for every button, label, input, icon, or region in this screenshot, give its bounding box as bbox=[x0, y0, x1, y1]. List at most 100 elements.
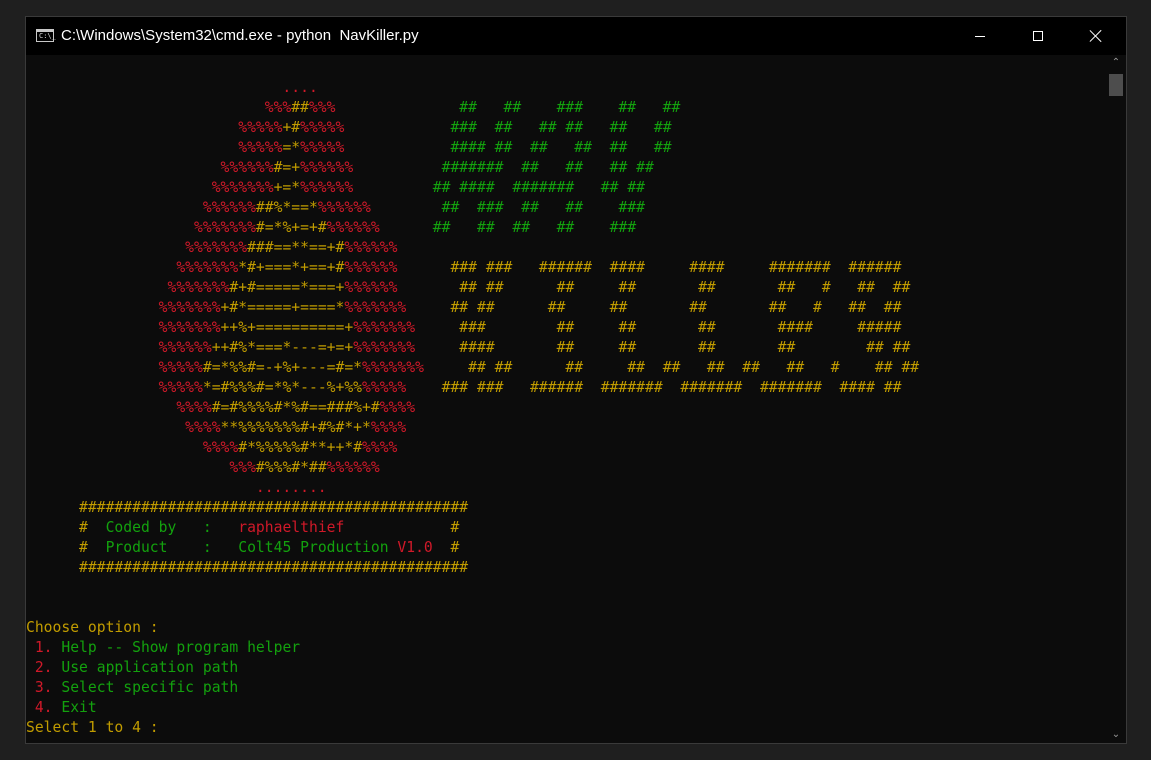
console-segment: # bbox=[432, 539, 460, 556]
console-segment: ###==**==+# bbox=[247, 239, 345, 256]
console-segment: 2. bbox=[26, 659, 53, 676]
console-line: %%%#%%%#*##%%%%%% bbox=[26, 458, 919, 478]
console-segment: ++%+==========+ bbox=[220, 319, 354, 336]
console-segment: raphaelthief bbox=[238, 519, 345, 536]
cmd-icon[interactable]: C:\_ bbox=[36, 29, 56, 42]
console-segment: #=*%%#=-+%+---=#=* bbox=[202, 359, 363, 376]
console-segment: %%%%%% bbox=[300, 159, 354, 176]
console-segment: Help -- Show program helper bbox=[52, 639, 301, 656]
console-segment: ## ## ### ## ## bbox=[459, 99, 681, 116]
console-segment: *=#%%%#=*%*---%+%% bbox=[202, 379, 363, 396]
console-segment: %%% bbox=[308, 99, 336, 116]
console-segment: 1. bbox=[26, 639, 53, 656]
console-segment: ## #### ####### ## ## bbox=[432, 179, 646, 196]
console-line: 4. Exit bbox=[26, 698, 919, 718]
console-segment: %%%%%% bbox=[344, 239, 398, 256]
console-segment bbox=[336, 99, 460, 116]
chevron-down-icon[interactable]: ⌄ bbox=[1106, 727, 1126, 743]
maximize-button[interactable] bbox=[1009, 17, 1067, 55]
console-segment: %%%%%%% bbox=[26, 179, 274, 196]
console-line: %%%%%+#%%%%% ### ## ## ## ## ## bbox=[26, 118, 919, 138]
console-line: %%%%**%%%%%%%#+#%#*+*%%%% bbox=[26, 418, 919, 438]
console-segment: **%%%%%%%#+#%#*+* bbox=[220, 419, 371, 436]
console-segment: %%% bbox=[26, 99, 292, 116]
console-line: %%%%%%%#=*%+=+#%%%%%% ## ## ## ## ### bbox=[26, 218, 919, 238]
console-segment: Select 1 to 4 : bbox=[26, 719, 159, 736]
console-segment bbox=[344, 119, 450, 136]
console-segment: =* bbox=[282, 139, 301, 156]
console-line: %%%%%*=#%%%#=*%*---%+%%%%%%% ### ### ###… bbox=[26, 378, 919, 398]
console-line: %%%##%%% ## ## ### ## ## bbox=[26, 98, 919, 118]
console-segment: %%%% bbox=[379, 399, 416, 416]
console-segment: %%% bbox=[26, 459, 256, 476]
console-segment: # bbox=[26, 519, 106, 536]
console-segment bbox=[380, 219, 433, 236]
console-line: %%%%%%%++%+==========+%%%%%%% ### ## ## … bbox=[26, 318, 919, 338]
window-title: C:\Windows\System32\cmd.exe - python Nav… bbox=[61, 27, 419, 44]
console-line: %%%%%=*%%%%% #### ## ## ## ## ## bbox=[26, 138, 919, 158]
console-segment: ........ bbox=[26, 479, 327, 496]
console-segment: %%%%% bbox=[26, 359, 203, 376]
console-line: %%%%%%%#+#=====*===+%%%%%% ## ## ## ## #… bbox=[26, 278, 919, 298]
cmd-icon-text: C:\_ bbox=[39, 32, 56, 40]
console-segment: V1.0 bbox=[388, 539, 433, 556]
console-segment: ## ## ## ## ## ## ## ## # ## ## bbox=[459, 359, 920, 376]
console-segment: %%%%%%% bbox=[353, 319, 416, 336]
console-line: Select 1 to 4 : bbox=[26, 718, 919, 738]
console-segment: Colt45 Production bbox=[238, 539, 389, 556]
console-segment: # bbox=[344, 519, 460, 536]
console-segment: Exit bbox=[52, 699, 97, 716]
console-segment: %%%%%%% bbox=[344, 299, 407, 316]
minimize-button[interactable] bbox=[951, 17, 1009, 55]
console-segment: ### ## ## ## ## ## bbox=[450, 119, 672, 136]
console-segment: Product : bbox=[105, 539, 239, 556]
console-output[interactable]: .... %%%##%%% ## ## ### ## ## %%%%%+#%%%… bbox=[26, 55, 1106, 743]
close-button[interactable] bbox=[1067, 17, 1125, 55]
console-segment bbox=[371, 199, 442, 216]
console-segment: Use application path bbox=[52, 659, 239, 676]
console-segment: %%%%%%% bbox=[26, 219, 256, 236]
console-line: %%%%%%##%*==*%%%%%% ## ### ## ## ### bbox=[26, 198, 919, 218]
console-segment: %%%% bbox=[370, 419, 407, 436]
console-segment: ### ## ## ## #### ##### bbox=[450, 319, 902, 336]
console-line: .... bbox=[26, 78, 919, 98]
console-segment: #+#=====*===+ bbox=[229, 279, 345, 296]
console-line: ........ bbox=[26, 478, 919, 498]
console-segment: %%%%%%% bbox=[362, 359, 424, 376]
console-segment: %%%%% bbox=[300, 119, 345, 136]
console-line: %%%%%%#=+%%%%%% ####### ## ## ## ## bbox=[26, 158, 919, 178]
console-text: .... %%%##%%% ## ## ### ## ## %%%%%+#%%%… bbox=[26, 78, 919, 738]
console-segment: %%%%%%% bbox=[26, 239, 248, 256]
console-segment bbox=[397, 259, 450, 276]
console-segment: %%%%%% bbox=[26, 199, 256, 216]
console-line: # Product : Colt45 Production V1.0 # bbox=[26, 538, 919, 558]
console-segment: %%%% bbox=[26, 439, 239, 456]
console-line: 3. Select specific path bbox=[26, 678, 919, 698]
console-segment: #%%%#*## bbox=[255, 459, 327, 476]
chevron-up-icon[interactable]: ⌃ bbox=[1106, 55, 1126, 71]
console-segment: %%%%% bbox=[26, 379, 203, 396]
console-segment: ### ### ###### ####### ####### ####### #… bbox=[441, 379, 902, 396]
console-segment: %%%%%% bbox=[26, 159, 274, 176]
console-segment: ++#%*===*---=+=+ bbox=[211, 339, 354, 356]
scroll-thumb[interactable] bbox=[1109, 74, 1123, 96]
minimize-icon bbox=[975, 35, 985, 37]
console-segment: %%%%%% bbox=[26, 339, 212, 356]
console-window: C:\_ C:\Windows\System32\cmd.exe - pytho… bbox=[25, 16, 1127, 744]
console-segment bbox=[406, 379, 441, 396]
console-segment: ## ## ## ## ## ## # ## ## bbox=[450, 279, 911, 296]
console-segment: ### ### ###### #### #### ####### ###### bbox=[450, 259, 902, 276]
console-segment: %%%%% bbox=[362, 379, 407, 396]
console-segment: ########################################… bbox=[26, 499, 469, 516]
console-segment: Choose option : bbox=[26, 619, 159, 636]
console-segment: %%%% bbox=[26, 419, 221, 436]
title-bar[interactable]: C:\_ C:\Windows\System32\cmd.exe - pytho… bbox=[26, 17, 1126, 55]
console-line: ########################################… bbox=[26, 498, 919, 518]
console-segment: # bbox=[26, 539, 106, 556]
console-segment: ## bbox=[291, 99, 309, 116]
vertical-scrollbar[interactable]: ⌃ ⌄ bbox=[1106, 55, 1126, 743]
console-segment: %%%%%% bbox=[326, 459, 380, 476]
console-segment: %%%%%% bbox=[300, 179, 354, 196]
console-segment: ## ## ## ## ## ## # ## ## bbox=[441, 299, 902, 316]
